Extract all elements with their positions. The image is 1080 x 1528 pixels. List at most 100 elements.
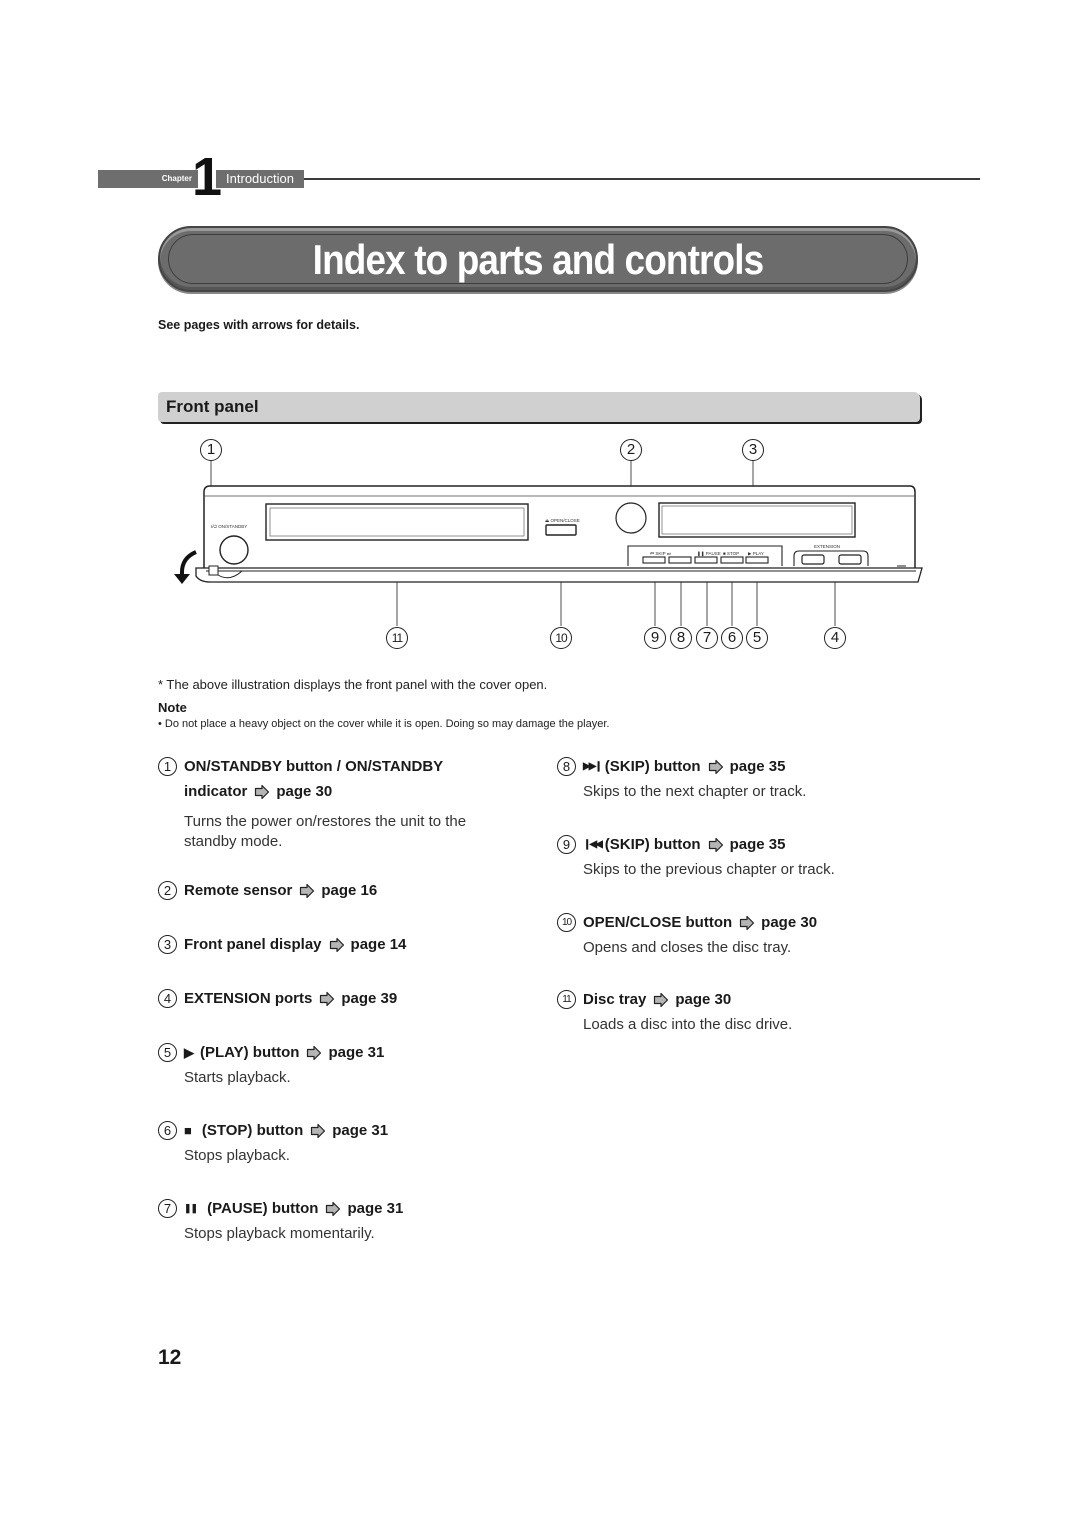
page-title: Index to parts and controls xyxy=(312,236,765,283)
item-label: Front panel display xyxy=(184,936,322,953)
page-arrow-icon xyxy=(329,937,345,953)
item-description: Stops playback. xyxy=(184,1147,290,1164)
item-description: Turns the power on/restores the unit to … xyxy=(184,813,467,850)
item-label: (SKIP) button xyxy=(604,836,701,853)
skip-next-icon: ▶▶❙ xyxy=(583,761,603,772)
item-page-link[interactable]: page 31 xyxy=(347,1196,403,1221)
item-number: 3 xyxy=(158,935,177,954)
list-item-9: 9 ❙◀◀ (SKIP) button page 35 Skips to the… xyxy=(557,832,835,880)
callout-1: 1 xyxy=(200,439,222,461)
item-number: 9 xyxy=(557,835,576,854)
on-standby-button xyxy=(219,535,249,565)
item-label: (STOP) button xyxy=(201,1122,304,1139)
item-label: (PLAY) button xyxy=(200,1044,300,1061)
item-page-link[interactable]: page 30 xyxy=(276,779,332,804)
page-arrow-icon xyxy=(306,1045,322,1061)
open-close-label: ⏏ OPEN/CLOSE xyxy=(545,518,580,523)
extension-port-a xyxy=(838,554,862,565)
callout-2: 2 xyxy=(620,439,642,461)
item-number: 8 xyxy=(557,757,576,776)
extension-label: EXTENSION xyxy=(814,544,840,549)
list-item-4: 4 EXTENSION ports page 39 xyxy=(158,986,397,1011)
callout-5: 5 xyxy=(746,627,768,649)
item-description: Opens and closes the disc tray. xyxy=(583,939,792,956)
pause-icon: ❚❚ xyxy=(184,1203,198,1213)
remote-sensor xyxy=(615,502,647,534)
callout-3: 3 xyxy=(742,439,764,461)
page-arrow-icon xyxy=(653,992,669,1008)
page-arrow-icon xyxy=(325,1201,341,1217)
play-icon: ▶ xyxy=(184,1045,194,1060)
item-page-link[interactable]: page 16 xyxy=(321,878,377,903)
callout-8: 8 xyxy=(670,627,692,649)
item-label-cont: indicator xyxy=(184,783,248,800)
item-page-link[interactable]: page 31 xyxy=(328,1040,384,1065)
item-label: OPEN/CLOSE button xyxy=(583,914,733,931)
callout-10: 10 xyxy=(550,627,572,649)
item-page-link[interactable]: page 35 xyxy=(730,832,786,857)
callout-9: 9 xyxy=(644,627,666,649)
item-page-link[interactable]: page 39 xyxy=(341,986,397,1011)
note-title: Note xyxy=(158,700,187,715)
callout-11: 11 xyxy=(386,627,408,649)
callout-4: 4 xyxy=(824,627,846,649)
item-page-link[interactable]: page 14 xyxy=(351,932,407,957)
panel-pause-button xyxy=(694,556,718,564)
chapter-title: Introduction xyxy=(226,171,294,186)
page-number: 12 xyxy=(158,1346,182,1369)
page-arrow-icon xyxy=(310,1123,326,1139)
callout-7: 7 xyxy=(696,627,718,649)
note-text: • Do not place a heavy object on the cov… xyxy=(158,718,610,730)
page-arrow-icon xyxy=(254,784,270,800)
panel-skip-forward-button xyxy=(668,556,692,564)
list-item-10: 10 OPEN/CLOSE button page 30 Opens and c… xyxy=(557,910,817,958)
chapter-rule xyxy=(304,178,980,180)
list-item-3: 3 Front panel display page 14 xyxy=(158,932,406,957)
item-page-link[interactable]: page 30 xyxy=(761,910,817,935)
svg-text:⏮ SKIP ⏭: ⏮ SKIP ⏭ xyxy=(650,551,671,556)
front-panel-illustration: I/⏻ ON/STANDBY ⏏ OPEN/CLOSE ⏮ SKIP ⏭ ❚❚ … xyxy=(174,461,923,626)
open-close-button xyxy=(545,524,577,536)
open-cover xyxy=(195,567,923,583)
item-number: 1 xyxy=(158,757,177,776)
svg-text:■ STOP: ■ STOP xyxy=(723,551,739,556)
item-number: 2 xyxy=(158,881,177,900)
see-pages-note: See pages with arrows for details. xyxy=(158,318,360,332)
section-title: Front panel xyxy=(166,397,259,416)
item-number: 11 xyxy=(557,990,576,1009)
item-page-link[interactable]: page 35 xyxy=(730,754,786,779)
list-item-11: 11 Disc tray page 30 Loads a disc into t… xyxy=(557,987,792,1035)
list-item-2: 2 Remote sensor page 16 xyxy=(158,878,377,903)
extension-port-b xyxy=(801,554,825,565)
item-number: 6 xyxy=(158,1121,177,1140)
item-description: Stops playback momentarily. xyxy=(184,1225,375,1242)
item-number: 4 xyxy=(158,989,177,1008)
list-item-1: 1 ON/STANDBY button / ON/STANDBY indicat… xyxy=(158,754,518,852)
list-item-8: 8 ▶▶❙ (SKIP) button page 35 Skips to the… xyxy=(557,754,806,802)
item-label: Disc tray xyxy=(583,991,647,1008)
stop-icon: ■ xyxy=(184,1123,192,1138)
page-arrow-icon xyxy=(299,883,315,899)
chapter-label: Chapter xyxy=(161,174,192,183)
item-number: 5 xyxy=(158,1043,177,1062)
item-page-link[interactable]: page 31 xyxy=(332,1118,388,1143)
panel-play-button xyxy=(745,556,769,564)
page-arrow-icon xyxy=(708,837,724,853)
item-label: Remote sensor xyxy=(184,882,293,899)
illustration-footnote: * The above illustration displays the fr… xyxy=(158,677,548,692)
skip-previous-icon: ❙◀◀ xyxy=(583,839,603,850)
item-label: (PAUSE) button xyxy=(207,1200,319,1217)
page-arrow-icon xyxy=(739,915,755,931)
item-label: (SKIP) button xyxy=(604,758,701,775)
page-arrow-icon xyxy=(319,991,335,1007)
item-page-link[interactable]: page 30 xyxy=(675,987,731,1012)
item-number: 7 xyxy=(158,1199,177,1218)
item-description: Skips to the previous chapter or track. xyxy=(583,861,835,878)
on-standby-label: I/⏻ ON/STANDBY xyxy=(211,524,247,529)
svg-text:▶ PLAY: ▶ PLAY xyxy=(748,551,764,556)
panel-skip-back-button xyxy=(642,556,666,564)
item-description: Loads a disc into the disc drive. xyxy=(583,1016,793,1033)
callout-6: 6 xyxy=(721,627,743,649)
section-header-bar xyxy=(158,392,920,422)
list-item-6: 6 ■ (STOP) button page 31 Stops playback… xyxy=(158,1118,388,1166)
